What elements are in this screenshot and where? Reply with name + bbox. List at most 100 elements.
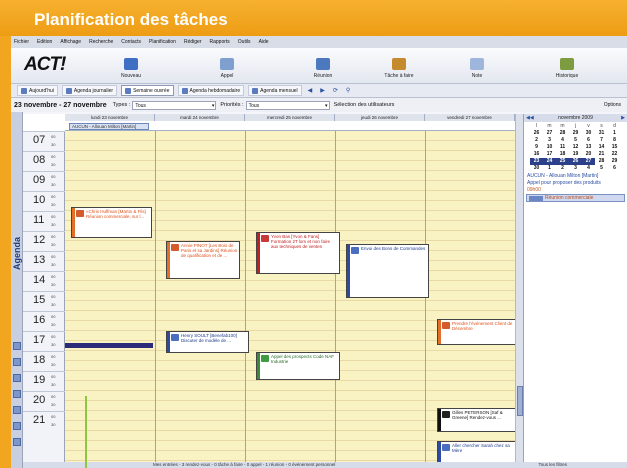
mini-day[interactable]: 16 <box>530 151 543 158</box>
mini-day[interactable]: 30 <box>582 130 595 137</box>
meeting-button[interactable]: Réunion <box>297 50 349 82</box>
mini-day[interactable]: 3 <box>569 165 582 172</box>
contacts-icon[interactable] <box>13 342 21 350</box>
mini-day[interactable]: 5 <box>595 165 608 172</box>
selected-time-slot[interactable] <box>65 343 153 348</box>
menu-outils[interactable]: Outils <box>238 39 251 45</box>
tab-weekly[interactable]: Agenda hebdomadaire <box>177 85 245 96</box>
settings-icon[interactable] <box>13 438 21 446</box>
groups-icon[interactable] <box>13 358 21 366</box>
menu-rediger[interactable]: Rédiger <box>184 39 202 45</box>
mini-day[interactable]: 26 <box>530 130 543 137</box>
mini-day[interactable]: 5 <box>569 137 582 144</box>
tab-work-week[interactable]: Semaine ouvrée <box>121 85 174 96</box>
appointment[interactable]: Gilles PETERSON [Saf & Greene] Rendez-vo… <box>437 408 521 432</box>
types-select[interactable]: Tous <box>132 100 217 110</box>
mini-day[interactable]: 24 <box>543 158 556 165</box>
prev-month-icon[interactable]: ◀◀ <box>526 114 534 122</box>
appointment[interactable]: Aller chercher Sarah chez sa Mère <box>437 441 521 463</box>
mini-day[interactable]: 13 <box>582 144 595 151</box>
appointment[interactable]: Appel des prospects Code NAF Industrie <box>256 352 340 380</box>
note-button[interactable]: Note <box>451 50 503 82</box>
opportunities-icon[interactable] <box>13 390 21 398</box>
menu-edition[interactable]: Edition <box>37 39 52 45</box>
priority-select[interactable]: Tous <box>245 100 330 110</box>
mini-day[interactable]: 4 <box>556 137 569 144</box>
mini-day[interactable]: 3 <box>543 137 556 144</box>
select-users-button[interactable]: Sélection des utilisateurs <box>334 102 395 108</box>
day-header-monday[interactable]: lundi 23 novembre <box>65 114 155 121</box>
menu-recherche[interactable]: Recherche <box>89 39 113 45</box>
mini-day[interactable]: 29 <box>569 130 582 137</box>
calendar-scrollbar[interactable] <box>515 114 523 468</box>
menu-planification[interactable]: Planification <box>149 39 176 45</box>
reports-icon[interactable] <box>13 422 21 430</box>
mini-day[interactable]: 25 <box>556 158 569 165</box>
appointment[interactable]: Yvon Bas [Yvon & Fans] Formation 2T lors… <box>256 232 340 274</box>
day-header-wednesday[interactable]: mercredi 25 novembre <box>245 114 335 121</box>
mini-day[interactable]: 20 <box>582 151 595 158</box>
menu-fichier[interactable]: Fichier <box>14 39 29 45</box>
mini-day[interactable]: 15 <box>608 144 621 151</box>
mini-day[interactable]: 1 <box>608 130 621 137</box>
appointment[interactable]: Henry SOULT [Benefab100] Discuter de mod… <box>166 331 249 353</box>
day-header-thursday[interactable]: jeudi 26 novembre <box>335 114 425 121</box>
history-button[interactable]: Historique <box>541 50 593 82</box>
appointment[interactable]: Prendre l'événement Client de Décembre <box>437 319 521 345</box>
call-button[interactable]: Appel <box>201 50 253 82</box>
mini-day[interactable]: 6 <box>582 137 595 144</box>
appointment[interactable]: «Chris Huffman [Martin & Fils] Réunion c… <box>71 207 152 238</box>
mini-day[interactable]: 7 <box>595 137 608 144</box>
mini-day[interactable]: 30 <box>530 165 543 172</box>
tab-today[interactable]: Aujourd'hui <box>17 85 58 96</box>
tab-monthly[interactable]: Agenda mensuel <box>248 85 302 96</box>
mini-day[interactable]: 17 <box>543 151 556 158</box>
prev-arrow-icon[interactable]: ◀ <box>306 87 315 94</box>
all-day-event[interactable]: AUCUN - Allouan Milton [Martin] <box>69 123 149 130</box>
mini-day[interactable]: 27 <box>582 158 595 165</box>
appointment[interactable]: Annie PINOT [Les Bois de Paris et sa Jar… <box>166 241 240 279</box>
menu-rapports[interactable]: Rapports <box>209 39 229 45</box>
mini-day[interactable]: 18 <box>556 151 569 158</box>
mini-day[interactable]: 29 <box>608 158 621 165</box>
mini-day[interactable]: 8 <box>608 137 621 144</box>
mini-day[interactable]: 2 <box>556 165 569 172</box>
appointment[interactable]: Envoi des Bons de Commandes <box>346 244 429 298</box>
search-icon[interactable]: ⚲ <box>344 87 352 94</box>
todo-button[interactable]: Tâche à faire <box>373 50 425 82</box>
mini-day[interactable]: 28 <box>556 130 569 137</box>
options-button[interactable]: Options <box>604 102 621 108</box>
day-header-friday[interactable]: vendredi 27 novembre <box>425 114 515 121</box>
right-meeting[interactable]: Réunion commerciale <box>526 194 625 202</box>
mini-day[interactable]: 9 <box>530 144 543 151</box>
menu-affichage[interactable]: Affichage <box>60 39 81 45</box>
mini-day[interactable]: 11 <box>556 144 569 151</box>
mini-day[interactable]: 2 <box>530 137 543 144</box>
menu-contacts[interactable]: Contacts <box>121 39 141 45</box>
mini-day[interactable]: 28 <box>595 158 608 165</box>
tab-daily[interactable]: Agenda journalier <box>61 85 118 96</box>
mini-day[interactable]: 31 <box>595 130 608 137</box>
mini-day[interactable]: 12 <box>569 144 582 151</box>
mini-day[interactable]: 1 <box>543 165 556 172</box>
mini-day[interactable]: 26 <box>569 158 582 165</box>
right-task-2[interactable]: Appel pour proposer des produits <box>524 180 627 187</box>
new-button[interactable]: Nouveau <box>105 50 157 82</box>
mini-calendar[interactable]: l m m j v s d 26 27 28 29 30 31 1 2 3 4 5 6 7 8 9 10 11 12 13 14 15… <box>524 122 627 173</box>
right-task-1[interactable]: AUCUN - Allouan Milton [Martin] <box>524 173 627 180</box>
next-arrow-icon[interactable]: ▶ <box>318 87 327 94</box>
tasks-icon[interactable] <box>13 406 21 414</box>
companies-icon[interactable] <box>13 374 21 382</box>
mini-day[interactable]: 6 <box>608 165 621 172</box>
mini-day[interactable]: 21 <box>595 151 608 158</box>
mini-day[interactable]: 23 <box>530 158 543 165</box>
next-month-icon[interactable]: ▶ <box>621 114 625 122</box>
mini-day[interactable]: 10 <box>543 144 556 151</box>
menu-aide[interactable]: Aide <box>259 39 269 45</box>
refresh-icon[interactable]: ⟳ <box>331 87 340 94</box>
mini-day[interactable]: 27 <box>543 130 556 137</box>
mini-day[interactable]: 19 <box>569 151 582 158</box>
mini-day[interactable]: 14 <box>595 144 608 151</box>
day-header-tuesday[interactable]: mardi 24 novembre <box>155 114 245 121</box>
mini-day[interactable]: 4 <box>582 165 595 172</box>
